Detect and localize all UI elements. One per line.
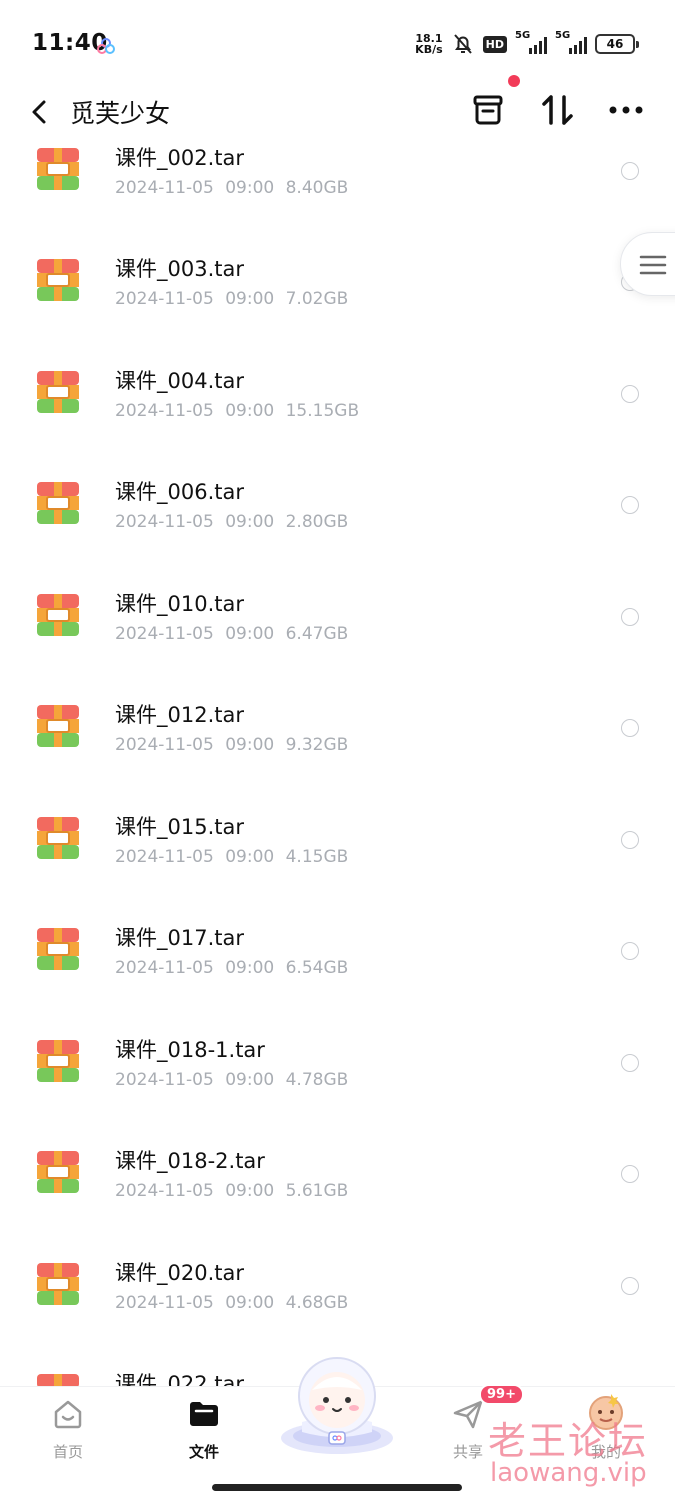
home-icon	[54, 1400, 82, 1429]
file-meta: 2024-11-05 09:00 6.54GB	[115, 958, 349, 978]
file-row[interactable]: 课件_004.tar 2024-11-05 09:00 15.15GB	[0, 359, 675, 471]
back-icon[interactable]	[26, 96, 52, 128]
select-checkbox[interactable]	[621, 162, 639, 180]
sort-icon[interactable]	[540, 92, 576, 128]
folder-icon	[190, 1402, 218, 1426]
select-checkbox[interactable]	[621, 385, 639, 403]
status-icons: 18.1 KB/s HD 5G 5G 46	[415, 30, 639, 58]
archive-file-icon	[37, 1151, 79, 1193]
archive-file-icon	[37, 1374, 79, 1386]
status-bar: 11:40 18.1 KB/s HD 5G 5G 46	[0, 0, 675, 88]
watermark-url: laowang.vip	[490, 1458, 647, 1488]
menu-lines-icon	[639, 255, 667, 275]
archive-file-icon	[37, 817, 79, 859]
net-speed: 18.1 KB/s	[415, 32, 443, 56]
notification-dot	[508, 75, 520, 87]
file-row[interactable]: 课件_018-1.tar 2024-11-05 09:00 4.78GB	[0, 1028, 675, 1140]
file-meta: 2024-11-05 09:00 7.02GB	[115, 289, 349, 309]
file-row[interactable]: 课件_012.tar 2024-11-05 09:00 9.32GB	[0, 693, 675, 805]
watermark: 老王论坛 laowang.vip	[488, 1410, 668, 1494]
file-row[interactable]: 课件_015.tar 2024-11-05 09:00 4.15GB	[0, 805, 675, 917]
file-meta: 2024-11-05 09:00 15.15GB	[115, 401, 360, 421]
mascot-assistant-icon[interactable]	[276, 1352, 398, 1458]
page-title: 觅芙少女	[70, 99, 171, 128]
nav-files[interactable]: 文件	[164, 1397, 244, 1462]
file-meta: 2024-11-05 09:00 6.47GB	[115, 624, 349, 644]
select-checkbox[interactable]	[621, 1054, 639, 1072]
hd-badge: HD	[482, 35, 507, 53]
file-name: 课件_018-1.tar	[115, 1038, 265, 1062]
battery-icon: 46	[595, 34, 639, 54]
side-menu-handle[interactable]	[620, 232, 675, 296]
file-name: 课件_022.tar	[115, 1372, 244, 1386]
nav-label: 首页	[52, 1443, 83, 1461]
file-name: 课件_002.tar	[115, 146, 244, 170]
archive-file-icon	[37, 148, 79, 190]
archive-file-icon	[37, 371, 79, 413]
bell-muted-icon	[453, 34, 472, 54]
file-name: 课件_004.tar	[115, 369, 244, 393]
archive-file-icon	[37, 705, 79, 747]
recycle-bin-icon[interactable]	[470, 92, 506, 128]
select-checkbox[interactable]	[621, 1277, 639, 1295]
share-badge: 99+	[479, 1384, 524, 1405]
file-row[interactable]: 课件_010.tar 2024-11-05 09:00 6.47GB	[0, 582, 675, 694]
archive-file-icon	[37, 1040, 79, 1082]
archive-file-icon	[37, 259, 79, 301]
file-name: 课件_015.tar	[115, 815, 244, 839]
select-checkbox[interactable]	[621, 608, 639, 626]
file-meta: 2024-11-05 09:00 4.78GB	[115, 1070, 349, 1090]
nav-label: 文件	[188, 1443, 219, 1461]
file-name: 课件_018-2.tar	[115, 1149, 265, 1173]
file-name: 课件_020.tar	[115, 1261, 244, 1285]
file-row[interactable]: 课件_003.tar 2024-11-05 09:00 7.02GB	[0, 247, 675, 359]
select-checkbox[interactable]	[621, 831, 639, 849]
home-indicator[interactable]	[212, 1484, 462, 1491]
file-meta: 2024-11-05 09:00 8.40GB	[115, 178, 349, 198]
file-meta: 2024-11-05 09:00 4.68GB	[115, 1293, 349, 1313]
file-name: 课件_006.tar	[115, 480, 244, 504]
file-row[interactable]: 课件_018-2.tar 2024-11-05 09:00 5.61GB	[0, 1139, 675, 1251]
signal-sim1-icon: 5G	[515, 30, 547, 54]
file-meta: 2024-11-05 09:00 2.80GB	[115, 512, 349, 532]
archive-file-icon	[37, 1263, 79, 1305]
cloud-app-icon	[97, 38, 115, 54]
select-checkbox[interactable]	[621, 1165, 639, 1183]
select-checkbox[interactable]	[621, 719, 639, 737]
archive-file-icon	[37, 482, 79, 524]
file-meta: 2024-11-05 09:00 5.61GB	[115, 1181, 349, 1201]
select-checkbox[interactable]	[621, 496, 639, 514]
file-row[interactable]: 课件_006.tar 2024-11-05 09:00 2.80GB	[0, 470, 675, 582]
signal-sim2-icon: 5G	[555, 30, 587, 54]
file-row[interactable]: 课件_002.tar 2024-11-05 09:00 8.40GB	[0, 136, 675, 248]
file-meta: 2024-11-05 09:00 4.15GB	[115, 847, 349, 867]
more-options-icon[interactable]	[607, 92, 645, 128]
select-checkbox[interactable]	[621, 942, 639, 960]
file-name: 课件_017.tar	[115, 926, 244, 950]
file-name: 课件_003.tar	[115, 257, 244, 281]
archive-file-icon	[37, 594, 79, 636]
file-row[interactable]: 课件_017.tar 2024-11-05 09:00 6.54GB	[0, 916, 675, 1028]
file-list: 课件_002.tar 2024-11-05 09:00 8.40GB 课件_00…	[0, 136, 675, 1386]
paper-plane-icon	[453, 1400, 483, 1429]
file-name: 课件_010.tar	[115, 592, 244, 616]
watermark-title: 老王论坛	[488, 1419, 649, 1463]
header: 觅芙少女	[0, 75, 675, 136]
archive-file-icon	[37, 928, 79, 970]
file-meta: 2024-11-05 09:00 9.32GB	[115, 735, 349, 755]
file-row[interactable]: 课件_020.tar 2024-11-05 09:00 4.68GB	[0, 1251, 675, 1363]
file-name: 课件_012.tar	[115, 703, 244, 727]
nav-home[interactable]: 首页	[28, 1397, 108, 1462]
